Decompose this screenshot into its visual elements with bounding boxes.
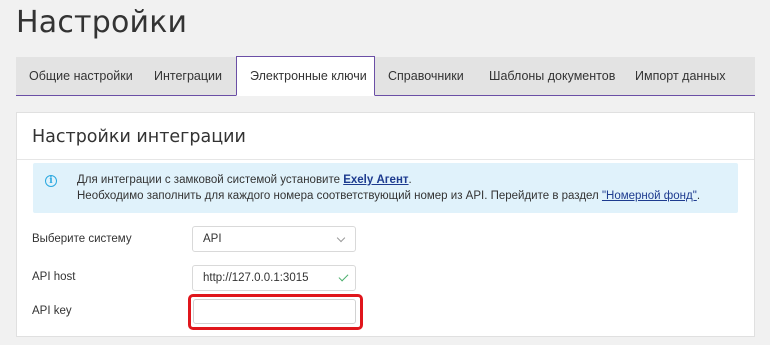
tab-integrations[interactable]: Интеграции <box>141 57 236 95</box>
tab-data-import[interactable]: Импорт данных <box>622 57 755 95</box>
alert-text: . <box>408 174 412 186</box>
check-icon <box>338 271 349 282</box>
settings-tabs: Общие настройки Интеграции Электронные к… <box>16 56 755 96</box>
system-select-value: API <box>203 233 222 245</box>
system-select[interactable]: API <box>192 226 356 252</box>
alert-line-1: Для интеграции с замковой системой устан… <box>77 172 728 188</box>
system-label: Выберите систему <box>32 233 132 245</box>
tab-document-templates[interactable]: Шаблоны документов <box>476 57 622 95</box>
info-alert: i Для интеграции с замковой системой уст… <box>33 163 738 213</box>
exely-agent-link[interactable]: Exely Агент <box>343 174 408 186</box>
host-label: API host <box>32 271 76 283</box>
section-title: Настройки интеграции <box>32 127 246 147</box>
alert-line-2: Необходимо заполнить для каждого номера … <box>77 188 728 204</box>
room-fund-link[interactable]: "Номерной фонд" <box>602 190 697 202</box>
tab-electronic-keys[interactable]: Электронные ключи <box>236 56 375 96</box>
chevron-down-icon <box>336 233 346 243</box>
alert-text: Необходимо заполнить для каждого номера … <box>77 190 602 202</box>
alert-text: . <box>696 190 701 202</box>
section-divider <box>17 159 754 160</box>
info-icon: i <box>45 175 57 187</box>
page-title: Настройки <box>16 5 188 40</box>
tab-general-settings[interactable]: Общие настройки <box>16 57 141 95</box>
api-key-input[interactable] <box>193 299 356 324</box>
tab-directories[interactable]: Справочники <box>375 57 476 95</box>
key-label: API key <box>32 305 72 317</box>
integration-settings-panel: Настройки интеграции i Для интеграции с … <box>16 112 755 337</box>
alert-text: Для интеграции с замковой системой устан… <box>77 174 344 186</box>
api-host-value: http://127.0.0.1:3015 <box>203 272 309 284</box>
api-host-input[interactable]: http://127.0.0.1:3015 <box>192 265 356 291</box>
